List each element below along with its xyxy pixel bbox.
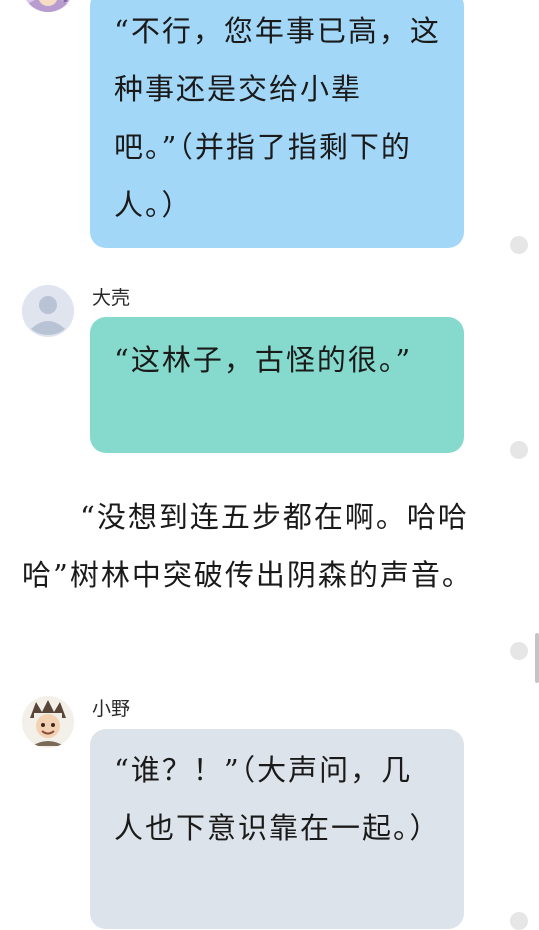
status-dot [510, 912, 528, 930]
avatar[interactable] [22, 696, 74, 748]
default-user-avatar-icon [22, 285, 74, 337]
avatar[interactable] [22, 0, 74, 12]
chat-bubble: “这林子，古怪的很。” [90, 317, 464, 453]
speaker-name: 小野 [92, 698, 131, 720]
status-dot [510, 236, 528, 254]
chat-bubble: “不行，您年事已高，这种事还是交给小辈吧。”（并指了指剩下的人。） [90, 0, 464, 248]
narration-text: “没想到连五步都在啊。哈哈哈”树林中突破传出阴森的声音。 [22, 500, 473, 592]
character-avatar-icon [26, 0, 70, 12]
character-avatar-icon [22, 696, 74, 748]
message-text: “谁？！”（大声问，几人也下意识靠在一起。） [114, 753, 441, 845]
scrollbar-thumb[interactable] [535, 633, 539, 683]
message-text: “这林子，古怪的很。” [114, 343, 413, 377]
chat-bubble: “谁？！”（大声问，几人也下意识靠在一起。） [90, 729, 464, 929]
speaker-name: 大壳 [92, 287, 131, 309]
avatar[interactable] [22, 285, 74, 337]
status-dot [510, 441, 528, 459]
status-dot [510, 642, 528, 660]
message-text: “不行，您年事已高，这种事还是交给小辈吧。”（并指了指剩下的人。） [114, 14, 441, 222]
